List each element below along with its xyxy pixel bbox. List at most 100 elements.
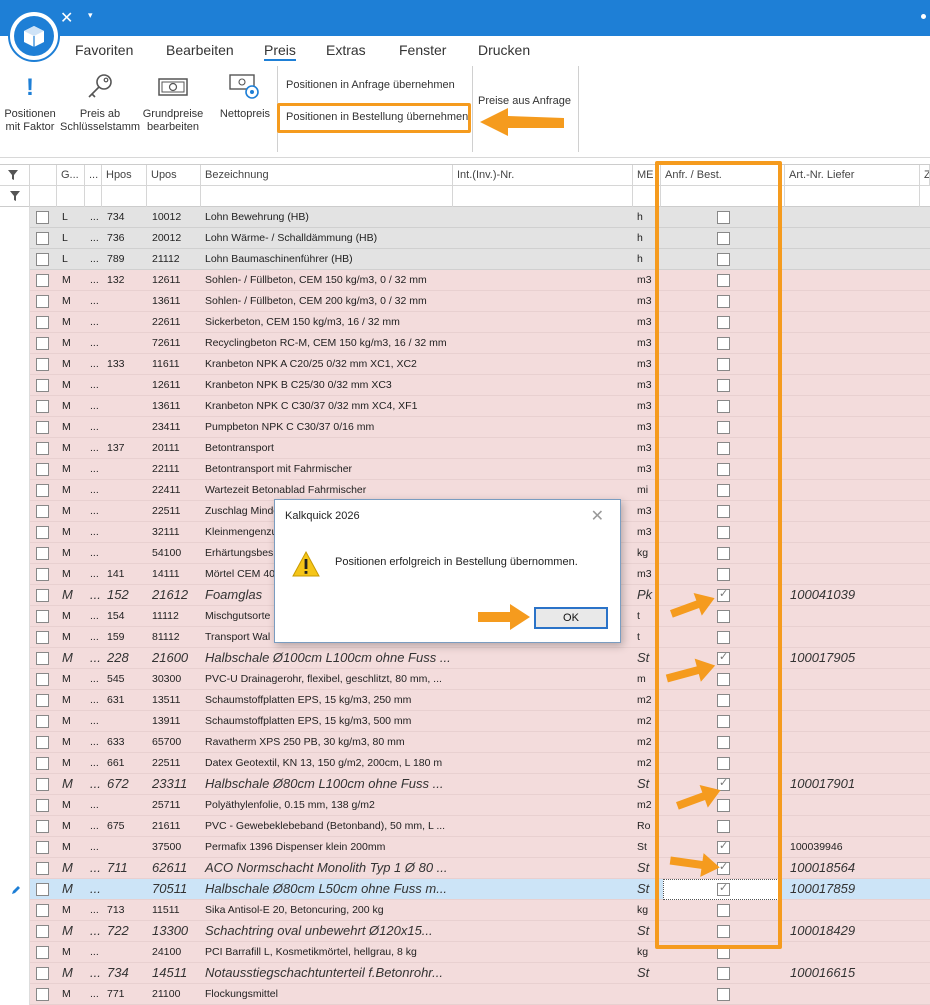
row-select-checkbox[interactable] (36, 337, 49, 350)
table-row[interactable]: M... 12611 Kranbeton NPK B C25/30 0/32 mm … (0, 375, 930, 396)
row-indicator[interactable] (0, 900, 30, 921)
row-indicator[interactable] (0, 522, 30, 543)
menu-extras[interactable]: Extras (326, 42, 366, 58)
row-indicator[interactable] (0, 543, 30, 564)
row-indicator[interactable] (0, 837, 30, 858)
row-select-checkbox[interactable] (36, 547, 49, 560)
col-int-inv-nr[interactable]: Int.(Inv.)-Nr. (453, 165, 633, 187)
row-indicator[interactable] (0, 921, 30, 942)
row-indicator[interactable] (0, 858, 30, 879)
row-indicator[interactable] (0, 942, 30, 963)
row-select-checkbox[interactable] (36, 925, 49, 938)
row-indicator[interactable] (0, 480, 30, 501)
row-select-checkbox[interactable] (36, 526, 49, 539)
row-indicator[interactable] (0, 963, 30, 984)
table-row[interactable]: M... 22611 Sickerbeton, CEM 150 kg/m3, 16 … (0, 312, 930, 333)
table-row[interactable]: L... 789 21112 Lohn Baumaschinenführer (HB)… (0, 249, 930, 270)
row-select-checkbox[interactable] (36, 631, 49, 644)
table-row[interactable]: M... 771 21100 Flockungsmittel (0, 984, 930, 1005)
quick-access-dropdown-icon[interactable]: ▾ (88, 10, 93, 21)
row-indicator[interactable] (0, 354, 30, 375)
row-indicator[interactable] (0, 417, 30, 438)
col-dots[interactable]: ... (85, 165, 102, 187)
row-select-checkbox[interactable] (36, 274, 49, 287)
col-g[interactable]: G... (57, 165, 85, 187)
row-select-checkbox[interactable] (36, 610, 49, 623)
row-select-checkbox[interactable] (36, 883, 49, 896)
col-bezeichnung[interactable]: Bezeichnung (201, 165, 453, 187)
row-select-checkbox[interactable] (36, 400, 49, 413)
menu-drucken[interactable]: Drucken (478, 42, 530, 58)
row-select-checkbox[interactable] (36, 904, 49, 917)
row-indicator[interactable] (0, 774, 30, 795)
row-select-checkbox[interactable] (36, 799, 49, 812)
row-indicator[interactable] (0, 816, 30, 837)
row-indicator[interactable] (0, 501, 30, 522)
table-row[interactable]: M... 631 13511 Schaumstoffplatten EPS, 15 k… (0, 690, 930, 711)
row-indicator[interactable] (0, 669, 30, 690)
row-indicator[interactable] (0, 207, 30, 228)
table-row[interactable]: L... 736 20012 Lohn Wärme- / Schalldämmung … (0, 228, 930, 249)
table-row[interactable]: M... 25711 Polyäthylenfolie, 0.15 mm, 138 … (0, 795, 930, 816)
row-select-checkbox[interactable] (36, 589, 49, 602)
window-control-icon[interactable] (921, 14, 926, 19)
row-select-checkbox[interactable] (36, 484, 49, 497)
col-art-nr-liefer[interactable]: Art.-Nr. Liefer (785, 165, 920, 187)
table-row[interactable]: M... 675 21611 PVC - Gewebeklebeband (Beton… (0, 816, 930, 837)
row-select-checkbox[interactable] (36, 757, 49, 770)
row-indicator[interactable] (0, 732, 30, 753)
row-indicator[interactable] (0, 312, 30, 333)
row-indicator[interactable] (0, 690, 30, 711)
table-row[interactable]: M... 734 14511 Notausstiegschachtunterteil … (0, 963, 930, 984)
menu-favoriten[interactable]: Favoriten (75, 42, 133, 58)
table-row[interactable]: M... 13911 Schaumstoffplatten EPS, 15 kg/m… (0, 711, 930, 732)
row-select-checkbox[interactable] (36, 463, 49, 476)
row-select-checkbox[interactable] (36, 232, 49, 245)
row-select-checkbox[interactable] (36, 505, 49, 518)
preis-ab-schluesselstamm-button[interactable]: Preis ab Schlüsselstamm (60, 70, 140, 134)
anfr-best-checkbox[interactable] (717, 988, 730, 1001)
row-select-checkbox[interactable] (36, 673, 49, 686)
table-row[interactable]: M... 228 21600 Halbschale Ø100cm L100cm ohn… (0, 648, 930, 669)
row-indicator[interactable] (0, 711, 30, 732)
row-select-checkbox[interactable] (36, 967, 49, 980)
positionen-in-anfrage-button[interactable]: Positionen in Anfrage übernehmen (286, 79, 455, 91)
table-row[interactable]: M... 711 62611 ACO Normschacht Monolith Typ… (0, 858, 930, 879)
table-row[interactable]: M... 72611 Recyclingbeton RC-M, CEM 150 kg… (0, 333, 930, 354)
ok-button[interactable]: OK (534, 607, 608, 629)
row-select-checkbox[interactable] (36, 736, 49, 749)
dialog-close-icon[interactable]: ✕ (591, 506, 604, 526)
table-row[interactable]: M... 13611 Kranbeton NPK C C30/37 0/32 mm … (0, 396, 930, 417)
row-indicator[interactable] (0, 333, 30, 354)
row-select-checkbox[interactable] (36, 820, 49, 833)
row-select-checkbox[interactable] (36, 652, 49, 665)
row-indicator[interactable] (0, 585, 30, 606)
col-z[interactable]: Z (920, 165, 930, 187)
table-row[interactable]: M... 137 20111 Betontransport m3 (0, 438, 930, 459)
row-select-checkbox[interactable] (36, 778, 49, 791)
row-indicator[interactable] (0, 438, 30, 459)
table-row[interactable]: M... 633 65700 Ravatherm XPS 250 PB, 30 kg/… (0, 732, 930, 753)
table-row[interactable]: M... 713 11511 Sika Antisol-E 20, Betoncuri… (0, 900, 930, 921)
menu-bearbeiten[interactable]: Bearbeiten (166, 42, 234, 58)
row-select-checkbox[interactable] (36, 211, 49, 224)
row-select-checkbox[interactable] (36, 841, 49, 854)
table-row[interactable]: M... 545 30300 PVC-U Drainagerohr, flexibel… (0, 669, 930, 690)
row-indicator[interactable] (0, 270, 30, 291)
row-select-checkbox[interactable] (36, 253, 49, 266)
table-row[interactable]: M... 70511 Halbschale Ø80cm L50cm ohne Fus… (0, 879, 930, 900)
row-select-checkbox[interactable] (36, 421, 49, 434)
row-indicator[interactable] (0, 648, 30, 669)
row-indicator[interactable] (0, 249, 30, 270)
row-select-checkbox[interactable] (36, 694, 49, 707)
table-row[interactable]: M... 23411 Pumpbeton NPK C C30/37 0/16 mm m… (0, 417, 930, 438)
col-hpos[interactable]: Hpos (102, 165, 147, 187)
table-row[interactable]: M... 661 22511 Datex Geotextil, KN 13, 150 … (0, 753, 930, 774)
row-indicator[interactable] (0, 753, 30, 774)
row-indicator[interactable] (0, 459, 30, 480)
row-select-checkbox[interactable] (36, 988, 49, 1001)
row-select-checkbox[interactable] (36, 379, 49, 392)
table-row[interactable]: M... 13611 Sohlen- / Füllbeton, CEM 200 kg… (0, 291, 930, 312)
row-select-checkbox[interactable] (36, 715, 49, 728)
col-upos[interactable]: Upos (147, 165, 201, 187)
